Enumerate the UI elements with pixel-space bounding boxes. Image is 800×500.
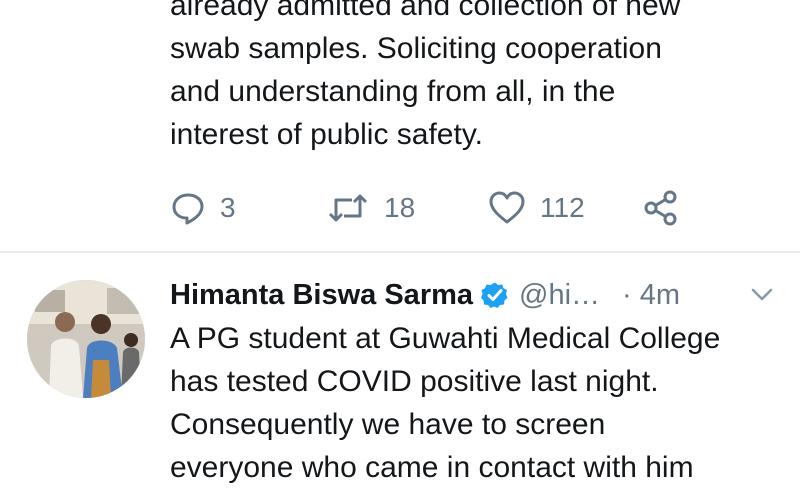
author-handle[interactable]: @hi…	[519, 279, 600, 312]
retweet-icon	[328, 194, 368, 222]
heart-icon	[489, 191, 525, 224]
retweet-count: 18	[384, 192, 416, 223]
tweet-text: A PG student at Guwahti Medical College …	[170, 317, 790, 489]
share-button[interactable]	[642, 186, 680, 230]
tweet-text-line: everyone who came in contact with him	[170, 451, 694, 484]
tweet-text-line: has tested COVID positive last night.	[170, 365, 659, 398]
share-icon	[644, 190, 677, 226]
like-count: 112	[540, 192, 585, 223]
previous-tweet-text: already admitted and collection of new s…	[170, 0, 780, 156]
avatar[interactable]	[27, 280, 145, 398]
reply-icon	[172, 193, 204, 225]
tweet-time[interactable]: · 4m	[622, 279, 680, 312]
tweet-header: Himanta Biswa Sarma @hi… · 4m	[170, 273, 780, 317]
tweet-text-line: interest of public safety.	[170, 118, 483, 151]
tweet-text-line: and understanding from all, in the	[170, 75, 616, 108]
verified-badge-icon	[481, 281, 509, 309]
tweet-text-line: Consequently we have to screen	[170, 408, 606, 441]
tweet-text-line: already admitted and collection of new	[170, 0, 681, 22]
tweet-actions: 3 18 112	[170, 186, 730, 230]
tweet[interactable]: Himanta Biswa Sarma @hi… · 4m A PG stude…	[0, 253, 800, 500]
tweet-text-line: swab samples. Soliciting cooperation	[170, 32, 662, 65]
reply-count: 3	[220, 192, 236, 223]
author-name[interactable]: Himanta Biswa Sarma	[170, 279, 473, 312]
chevron-down-icon[interactable]	[750, 287, 774, 308]
previous-tweet[interactable]: already admitted and collection of new s…	[0, 0, 800, 252]
reply-button[interactable]: 3	[170, 186, 236, 230]
avatar-photo	[27, 280, 145, 398]
like-button[interactable]: 112	[488, 186, 585, 230]
retweet-button[interactable]: 18	[326, 186, 415, 230]
tweet-text-line: A PG student at Guwahti Medical College	[170, 322, 721, 355]
